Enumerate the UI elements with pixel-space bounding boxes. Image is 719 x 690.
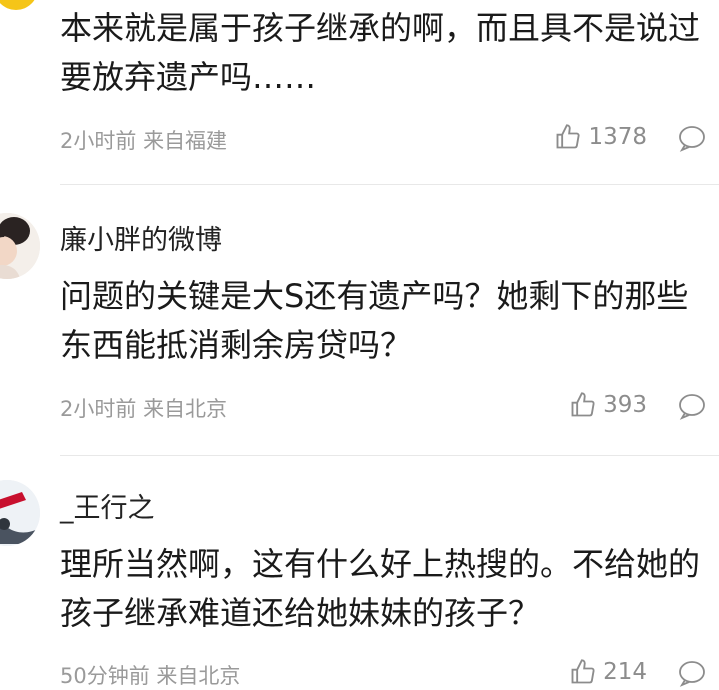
avatar[interactable] <box>0 213 40 279</box>
user-avatar-image <box>0 480 40 546</box>
like-count: 214 <box>603 659 647 685</box>
like-count: 393 <box>603 392 647 418</box>
comment-location: 来自福建 <box>143 129 228 153</box>
user-avatar-image <box>0 213 40 279</box>
comment-text: 理所当然啊，这有什么好上热搜的。不给她的孩子继承难道还给她妹妹的孩子？ <box>60 545 701 632</box>
avatar[interactable] <box>0 480 40 546</box>
comment-username[interactable]: _王行之 <box>60 486 155 525</box>
thumbs-up-icon <box>571 659 595 684</box>
comment-text: 本来就是属于孩子继承的啊，而且具不是说过要放弃遗产吗…… <box>60 9 701 96</box>
comment-time: 2小时前 <box>60 397 137 421</box>
thumbs-up-icon <box>557 124 581 149</box>
comment-item: _王行之 理所当然啊，这有什么好上热搜的。不给她的孩子继承难道还给她妹妹的孩子？… <box>0 456 719 688</box>
comment-meta: 2小时前 来自北京 <box>60 393 227 423</box>
comment-location: 来自北京 <box>143 397 228 421</box>
comment-meta: 2小时前 来自福建 <box>60 125 227 155</box>
comment-location: 来自北京 <box>156 664 241 688</box>
comment-bubble-icon[interactable] <box>677 659 707 687</box>
comment-bubble-icon[interactable] <box>677 392 707 420</box>
vip-badge-icon: v <box>0 0 38 10</box>
comment-bubble-icon[interactable] <box>677 124 707 152</box>
comment-item: 廉小胖的微博 问题的关键是大S还有遗产吗？她剩下的那些东西能抵消剩余房贷吗？ 2… <box>0 185 719 463</box>
thumbs-up-icon <box>571 392 595 417</box>
comment-time: 50分钟前 <box>60 664 150 688</box>
comment-item: v 本来就是属于孩子继承的啊，而且具不是说过要放弃遗产吗…… 2小时前 来自福建… <box>0 0 719 185</box>
like-button[interactable]: 1378 <box>554 123 647 151</box>
comment-text: 问题的关键是大S还有遗产吗？她剩下的那些东西能抵消剩余房贷吗？ <box>60 277 689 364</box>
comment-username[interactable]: 廉小胖的微博 <box>60 218 222 257</box>
comment-time: 2小时前 <box>60 129 137 153</box>
like-button[interactable]: 214 <box>569 658 647 686</box>
like-count: 1378 <box>588 124 647 150</box>
comment-meta: 50分钟前 来自北京 <box>60 660 240 690</box>
like-button[interactable]: 393 <box>569 391 647 419</box>
